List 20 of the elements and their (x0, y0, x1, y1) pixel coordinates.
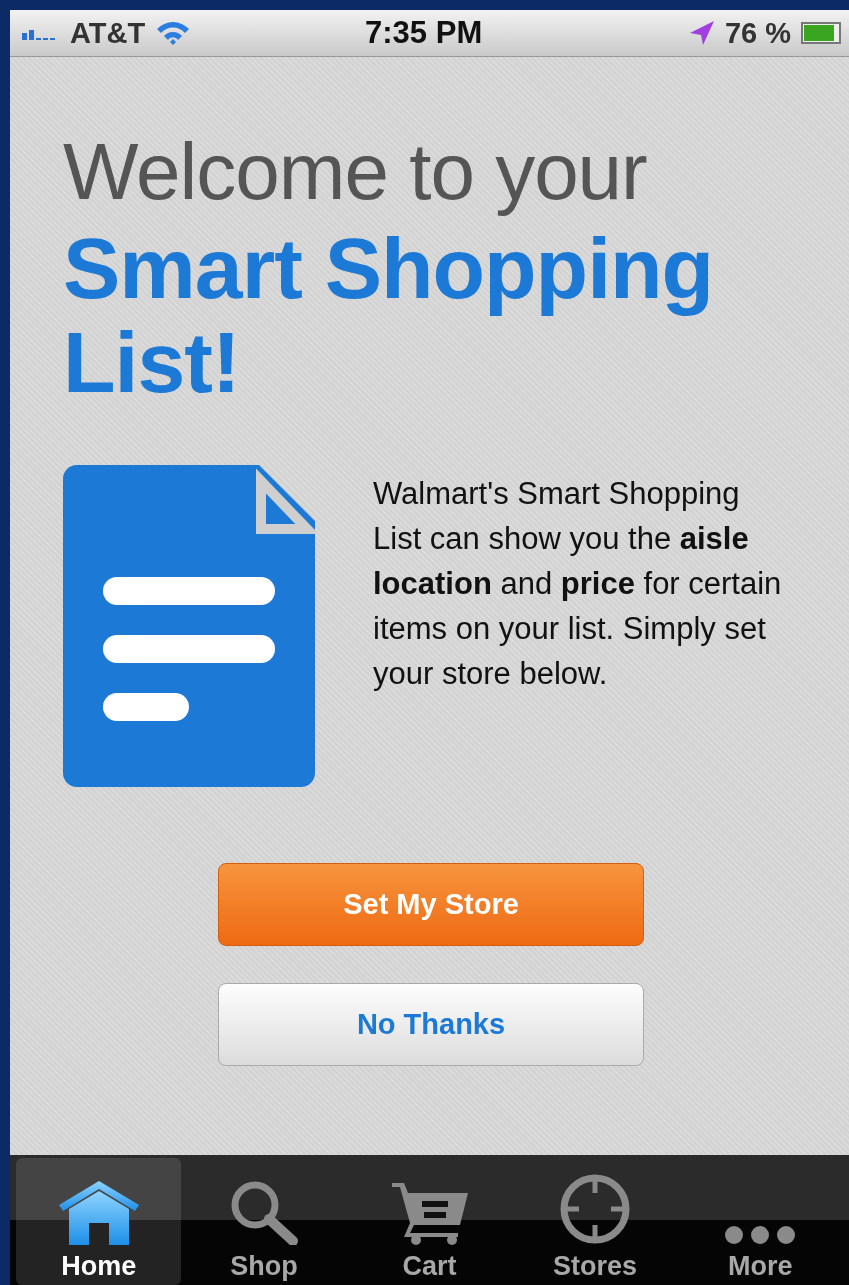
description-text: Walmart's Smart Shopping List can show you the aisle location and price for certain items on your list. Simply set your store below. (373, 475, 783, 693)
clock-time: 7:35 PM (365, 15, 483, 51)
tab-item[interactable]: Cart (346, 1158, 513, 1285)
house-icon (56, 1179, 141, 1245)
tab-item[interactable]: Home (16, 1158, 182, 1285)
tab-item[interactable]: Stores (512, 1158, 678, 1285)
battery-percentage: 76 % (724, 16, 791, 50)
tab-item[interactable]: More (677, 1158, 844, 1285)
welcome-heading: Welcome to your (63, 126, 648, 218)
carrier-name: AT&T (70, 16, 146, 50)
search-icon (229, 1179, 300, 1245)
wifi-icon (155, 20, 192, 46)
location-arrow-icon (688, 20, 715, 46)
smart-list-heading: Smart Shopping List! (63, 221, 715, 409)
no-thanks-button[interactable]: No Thanks (218, 983, 644, 1066)
tab-item[interactable]: Shop (181, 1158, 347, 1285)
document-icon (63, 465, 315, 787)
battery-icon (801, 22, 841, 44)
more-icon (724, 1225, 797, 1245)
crosshair-icon (558, 1173, 631, 1245)
